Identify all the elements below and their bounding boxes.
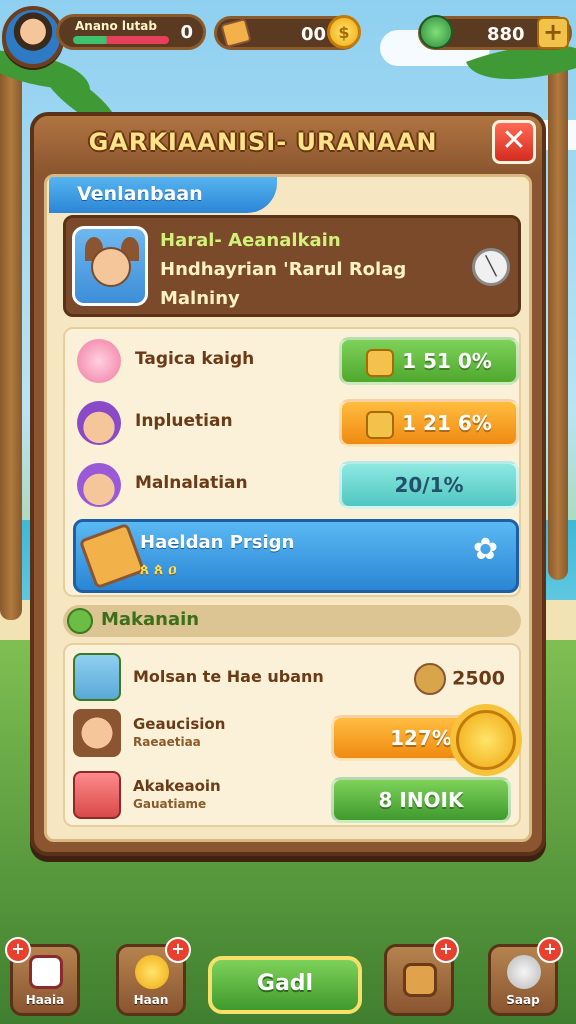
nav-shop-label: Saap — [506, 993, 540, 1007]
bag-icon — [403, 963, 437, 997]
bag-icon — [414, 663, 447, 695]
task-subtitle: Gauatiame — [133, 797, 207, 811]
palm-tree-left — [0, 60, 22, 620]
chest-icon — [366, 348, 395, 377]
dialog-title: GARKIAANISI- URANAAN — [88, 128, 438, 156]
flower-icon — [77, 339, 121, 383]
section-title: Makanain — [101, 609, 200, 630]
nav-shop[interactable]: + Saap — [488, 937, 563, 1016]
main-action-button[interactable]: Gadl — [208, 956, 362, 1014]
task-title: Geaucision — [133, 715, 226, 733]
notification-badge: + — [165, 937, 191, 963]
stats-list: Tagica kaigh 1 51 0% Inpluetian 1 21 6% … — [63, 327, 521, 597]
task-title: Molsan te Hae ubann — [133, 667, 324, 686]
nav-hero-label: Haan — [133, 993, 169, 1007]
stat-row: Inpluetian 1 21 6% — [65, 395, 519, 451]
notification-badge: + — [537, 937, 563, 963]
task-subtitle: Raeaetiaa — [133, 735, 201, 749]
ticket-icon — [220, 18, 252, 48]
task-row: Geaucision Raeaetiaa 127% — [65, 705, 519, 770]
player-name: Anano lutab — [75, 19, 157, 33]
pet-icon — [507, 955, 541, 989]
bottom-nav: + Haaia + Haan Gadl + + Saap — [0, 928, 576, 1024]
task-button[interactable]: 8 INOIK — [331, 777, 511, 823]
character-portrait — [72, 226, 148, 306]
coin-icon[interactable]: $ — [327, 15, 361, 49]
player-health-bar — [73, 36, 169, 44]
player-status: Anano lutab 0 — [56, 14, 206, 50]
close-button[interactable]: ✕ — [492, 120, 536, 164]
hammer-icon — [78, 522, 146, 590]
character-icon — [77, 401, 121, 445]
flower-icon: ✿ — [472, 532, 498, 567]
palm-tree-right — [548, 60, 568, 580]
task-row: Molsan te Hae ubann 2500 — [65, 649, 519, 709]
task-reward: 2500 — [414, 663, 505, 695]
task-list: Molsan te Hae ubann 2500 Geaucision Raea… — [63, 643, 521, 827]
featured-item[interactable]: Haeldan Prsign ጰ ጰ ዐ ✿ — [73, 519, 519, 593]
character-icon — [77, 463, 121, 507]
stat-label: Malnalatian — [135, 473, 248, 493]
bucket-icon — [73, 771, 121, 819]
task-button[interactable]: 127% — [331, 710, 516, 770]
main-dialog: GARKIAANISI- URANAAN ✕ Venlanbaan Haral-… — [30, 112, 546, 856]
section-tab[interactable]: Venlanbaan — [49, 177, 277, 213]
sun-coin-icon — [456, 710, 516, 770]
notification-badge: + — [433, 937, 459, 963]
stat-button[interactable]: 1 51 0% — [339, 337, 519, 385]
stat-row: Malnalatian 20/1% — [65, 457, 519, 513]
stat-label: Tagica kaigh — [135, 349, 255, 369]
player-value: 0 — [180, 22, 193, 43]
player-avatar[interactable] — [2, 6, 64, 68]
stat-button[interactable]: 20/1% — [339, 461, 519, 509]
house-icon — [29, 955, 63, 989]
top-hud: Anano lutab 0 00 $ 880 + — [0, 6, 576, 68]
stat-row: Tagica kaigh 1 51 0% — [65, 333, 519, 389]
chest-icon — [366, 410, 395, 439]
settings-wrench-icon[interactable]: ╲ — [472, 248, 510, 286]
dialog-header: GARKIAANISI- URANAAN ✕ — [34, 116, 542, 174]
nav-home[interactable]: + Haaia — [5, 937, 80, 1016]
leaf-icon — [67, 608, 93, 634]
section-header: Makanain — [63, 605, 521, 637]
nav-hero[interactable]: + Haan — [116, 937, 191, 1016]
nav-bag[interactable]: + — [384, 937, 459, 1016]
featured-title: Haeldan Prsign — [140, 532, 295, 553]
stat-label: Inpluetian — [135, 411, 233, 431]
dialog-body: Venlanbaan Haral- Aeanalkain Hndhayrian … — [44, 174, 532, 842]
currency-pill-right: 880 + — [418, 15, 572, 50]
profile-text: Haral- Aeanalkain Hndhayrian 'Rarul Rola… — [160, 226, 406, 313]
featured-subtitle: ጰ ጰ ዐ — [140, 560, 177, 578]
nav-home-label: Haaia — [25, 993, 65, 1007]
package-icon — [73, 653, 121, 701]
task-row: Akakeaoin Gauatiame 8 INOIK — [65, 767, 519, 827]
profile-line-3: Malniny — [160, 288, 240, 309]
profile-card: Haral- Aeanalkain Hndhayrian 'Rarul Rola… — [63, 215, 521, 317]
task-title: Akakeaoin — [133, 777, 221, 795]
notification-badge: + — [5, 937, 31, 963]
profile-line-2: Hndhayrian 'Rarul Rolag — [160, 259, 407, 280]
middle-currency-value: 00 — [301, 24, 327, 45]
stat-button[interactable]: 1 21 6% — [339, 399, 519, 447]
gem-icon — [419, 15, 453, 49]
right-currency-value: 880 — [487, 24, 525, 45]
character-icon — [73, 709, 121, 757]
profile-line-1: Haral- Aeanalkain — [160, 230, 341, 251]
plus-icon[interactable]: + — [537, 17, 569, 49]
currency-pill-middle: 00 $ — [214, 15, 361, 50]
star-icon — [135, 955, 169, 989]
